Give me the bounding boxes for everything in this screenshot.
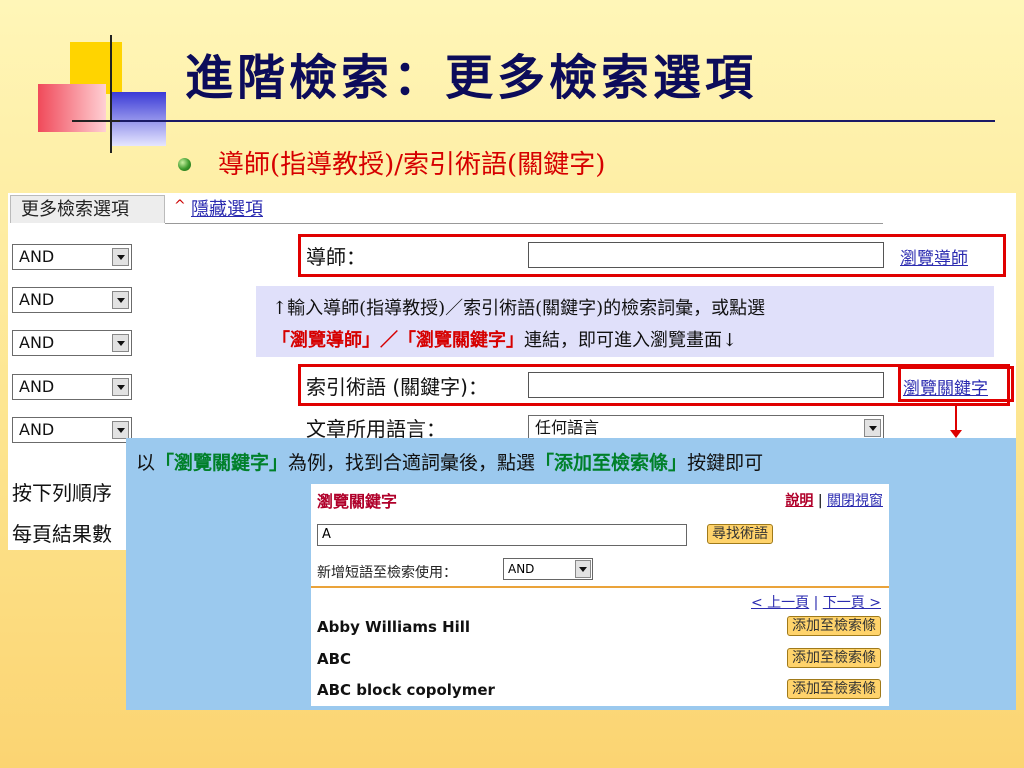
term-search-input[interactable]: A bbox=[317, 524, 687, 546]
operator-select-5[interactable]: AND bbox=[12, 417, 132, 443]
find-term-button[interactable]: 尋找術語 bbox=[707, 524, 773, 544]
operator-value: AND bbox=[19, 377, 55, 396]
language-value: 任何語言 bbox=[535, 418, 600, 437]
instruction-callout: ↑輸入導師(指導教授)／索引術語(關鍵字)的檢索詞彙，或點選 「瀏覽導師」／「瀏… bbox=[256, 286, 994, 357]
link-separator: | bbox=[817, 493, 823, 509]
chevron-down-icon bbox=[112, 291, 129, 309]
chevron-down-icon bbox=[864, 419, 881, 437]
term-item: Abby Williams Hill bbox=[317, 618, 471, 636]
add-phrase-label: 新增短語至檢索使用： bbox=[317, 565, 457, 581]
callout2-pre: 以 bbox=[136, 452, 156, 474]
chevron-down-icon bbox=[575, 560, 591, 578]
browse-advisor-link[interactable]: 瀏覽導師 bbox=[900, 244, 968, 269]
tab-row: 更多檢索選項 ^ 隱藏選項 bbox=[8, 193, 1008, 227]
operator-select-3[interactable]: AND bbox=[12, 330, 132, 356]
caret-up-icon: ^ bbox=[174, 198, 186, 214]
callout2-mid: 為例，找到合適詞彙後，點選 bbox=[288, 452, 536, 474]
pager: < 上一頁 | 下一頁 > bbox=[751, 592, 881, 612]
browse-keyword-window: 瀏覽關鍵字 說明 | 關閉視窗 A 尋找術語 新增短語至檢索使用： AND < … bbox=[311, 484, 889, 706]
help-link[interactable]: 說明 bbox=[785, 493, 813, 509]
add-to-search-button[interactable]: 添加至檢索條 bbox=[787, 648, 881, 668]
callout-line-2: 「瀏覽導師」／「瀏覽關鍵字」連結，即可進入瀏覽畫面↓ bbox=[272, 326, 737, 352]
close-window-link[interactable]: 關閉視窗 bbox=[827, 493, 883, 509]
logo-blue-square bbox=[112, 92, 166, 146]
index-term-input[interactable] bbox=[528, 372, 884, 398]
prev-page-link[interactable]: < 上一頁 bbox=[751, 595, 809, 611]
chevron-down-icon bbox=[112, 421, 129, 439]
advisor-input[interactable] bbox=[528, 242, 884, 268]
operator-value: AND bbox=[19, 247, 55, 266]
callout2-add-button-text: 「添加至檢索條」 bbox=[535, 452, 688, 474]
operator-select-4[interactable]: AND bbox=[12, 374, 132, 400]
add-operator-value: AND bbox=[508, 562, 535, 576]
callout-line-1: ↑輸入導師(指導教授)／索引術語(關鍵字)的檢索詞彙，或點選 bbox=[272, 298, 766, 319]
logo-red-square bbox=[38, 84, 106, 132]
index-term-label: 索引術語 (關鍵字)： bbox=[306, 375, 488, 399]
example-callout: 以「瀏覽關鍵字」為例，找到合適詞彙後，點選「添加至檢索條」按鍵即可 瀏覽關鍵字 … bbox=[126, 438, 1016, 710]
browse-keyword-link[interactable]: 瀏覽關鍵字 bbox=[903, 374, 988, 399]
operator-value: AND bbox=[19, 290, 55, 309]
operator-value: AND bbox=[19, 420, 55, 439]
term-item: ABC block copolymer bbox=[317, 681, 495, 699]
bullet-icon bbox=[178, 158, 191, 171]
tab-underline bbox=[165, 223, 883, 224]
example-callout-text: 以「瀏覽關鍵字」為例，找到合適詞彙後，點選「添加至檢索條」按鍵即可 bbox=[136, 448, 763, 475]
chevron-down-icon bbox=[112, 248, 129, 266]
tab-more-options[interactable]: 更多檢索選項 bbox=[10, 195, 165, 223]
hide-options-link[interactable]: 隱藏選項 bbox=[191, 195, 263, 221]
operator-select-2[interactable]: AND bbox=[12, 287, 132, 313]
slide-title: 進階檢索：更多檢索選項 bbox=[185, 50, 758, 106]
term-item: ABC bbox=[317, 650, 352, 668]
callout2-keyword-link: 「瀏覽關鍵字」 bbox=[155, 452, 288, 474]
pager-separator: | bbox=[813, 595, 819, 611]
callout-link-names: 「瀏覽導師」／「瀏覽關鍵字」 bbox=[272, 330, 524, 351]
chevron-down-icon bbox=[112, 378, 129, 396]
add-to-search-button[interactable]: 添加至檢索條 bbox=[787, 679, 881, 699]
operator-value: AND bbox=[19, 333, 55, 352]
callout2-post: 按鍵即可 bbox=[687, 452, 764, 474]
browse-window-links: 說明 | 關閉視窗 bbox=[785, 490, 883, 510]
logo-vertical-line bbox=[110, 35, 112, 153]
browse-window-divider bbox=[311, 586, 889, 588]
advisor-label: 導師： bbox=[306, 245, 366, 269]
next-page-link[interactable]: 下一頁 > bbox=[823, 595, 881, 611]
callout-line-2-rest: 連結，即可進入瀏覽畫面↓ bbox=[524, 330, 738, 351]
browse-window-title: 瀏覽關鍵字 bbox=[317, 492, 398, 511]
operator-select-1[interactable]: AND bbox=[12, 244, 132, 270]
results-per-page-label: 每頁結果數 bbox=[12, 522, 112, 546]
add-to-search-button[interactable]: 添加至檢索條 bbox=[787, 616, 881, 636]
arrow-down-icon bbox=[950, 430, 962, 438]
slide-subtitle: 導師(指導教授)/索引術語(關鍵字) bbox=[218, 150, 606, 180]
callout2-keyword-text: 「瀏覽關鍵字」 bbox=[155, 452, 289, 474]
chevron-down-icon bbox=[112, 334, 129, 352]
sort-order-label: 按下列順序 bbox=[12, 481, 112, 505]
title-divider bbox=[120, 120, 995, 122]
add-operator-select[interactable]: AND bbox=[503, 558, 593, 580]
